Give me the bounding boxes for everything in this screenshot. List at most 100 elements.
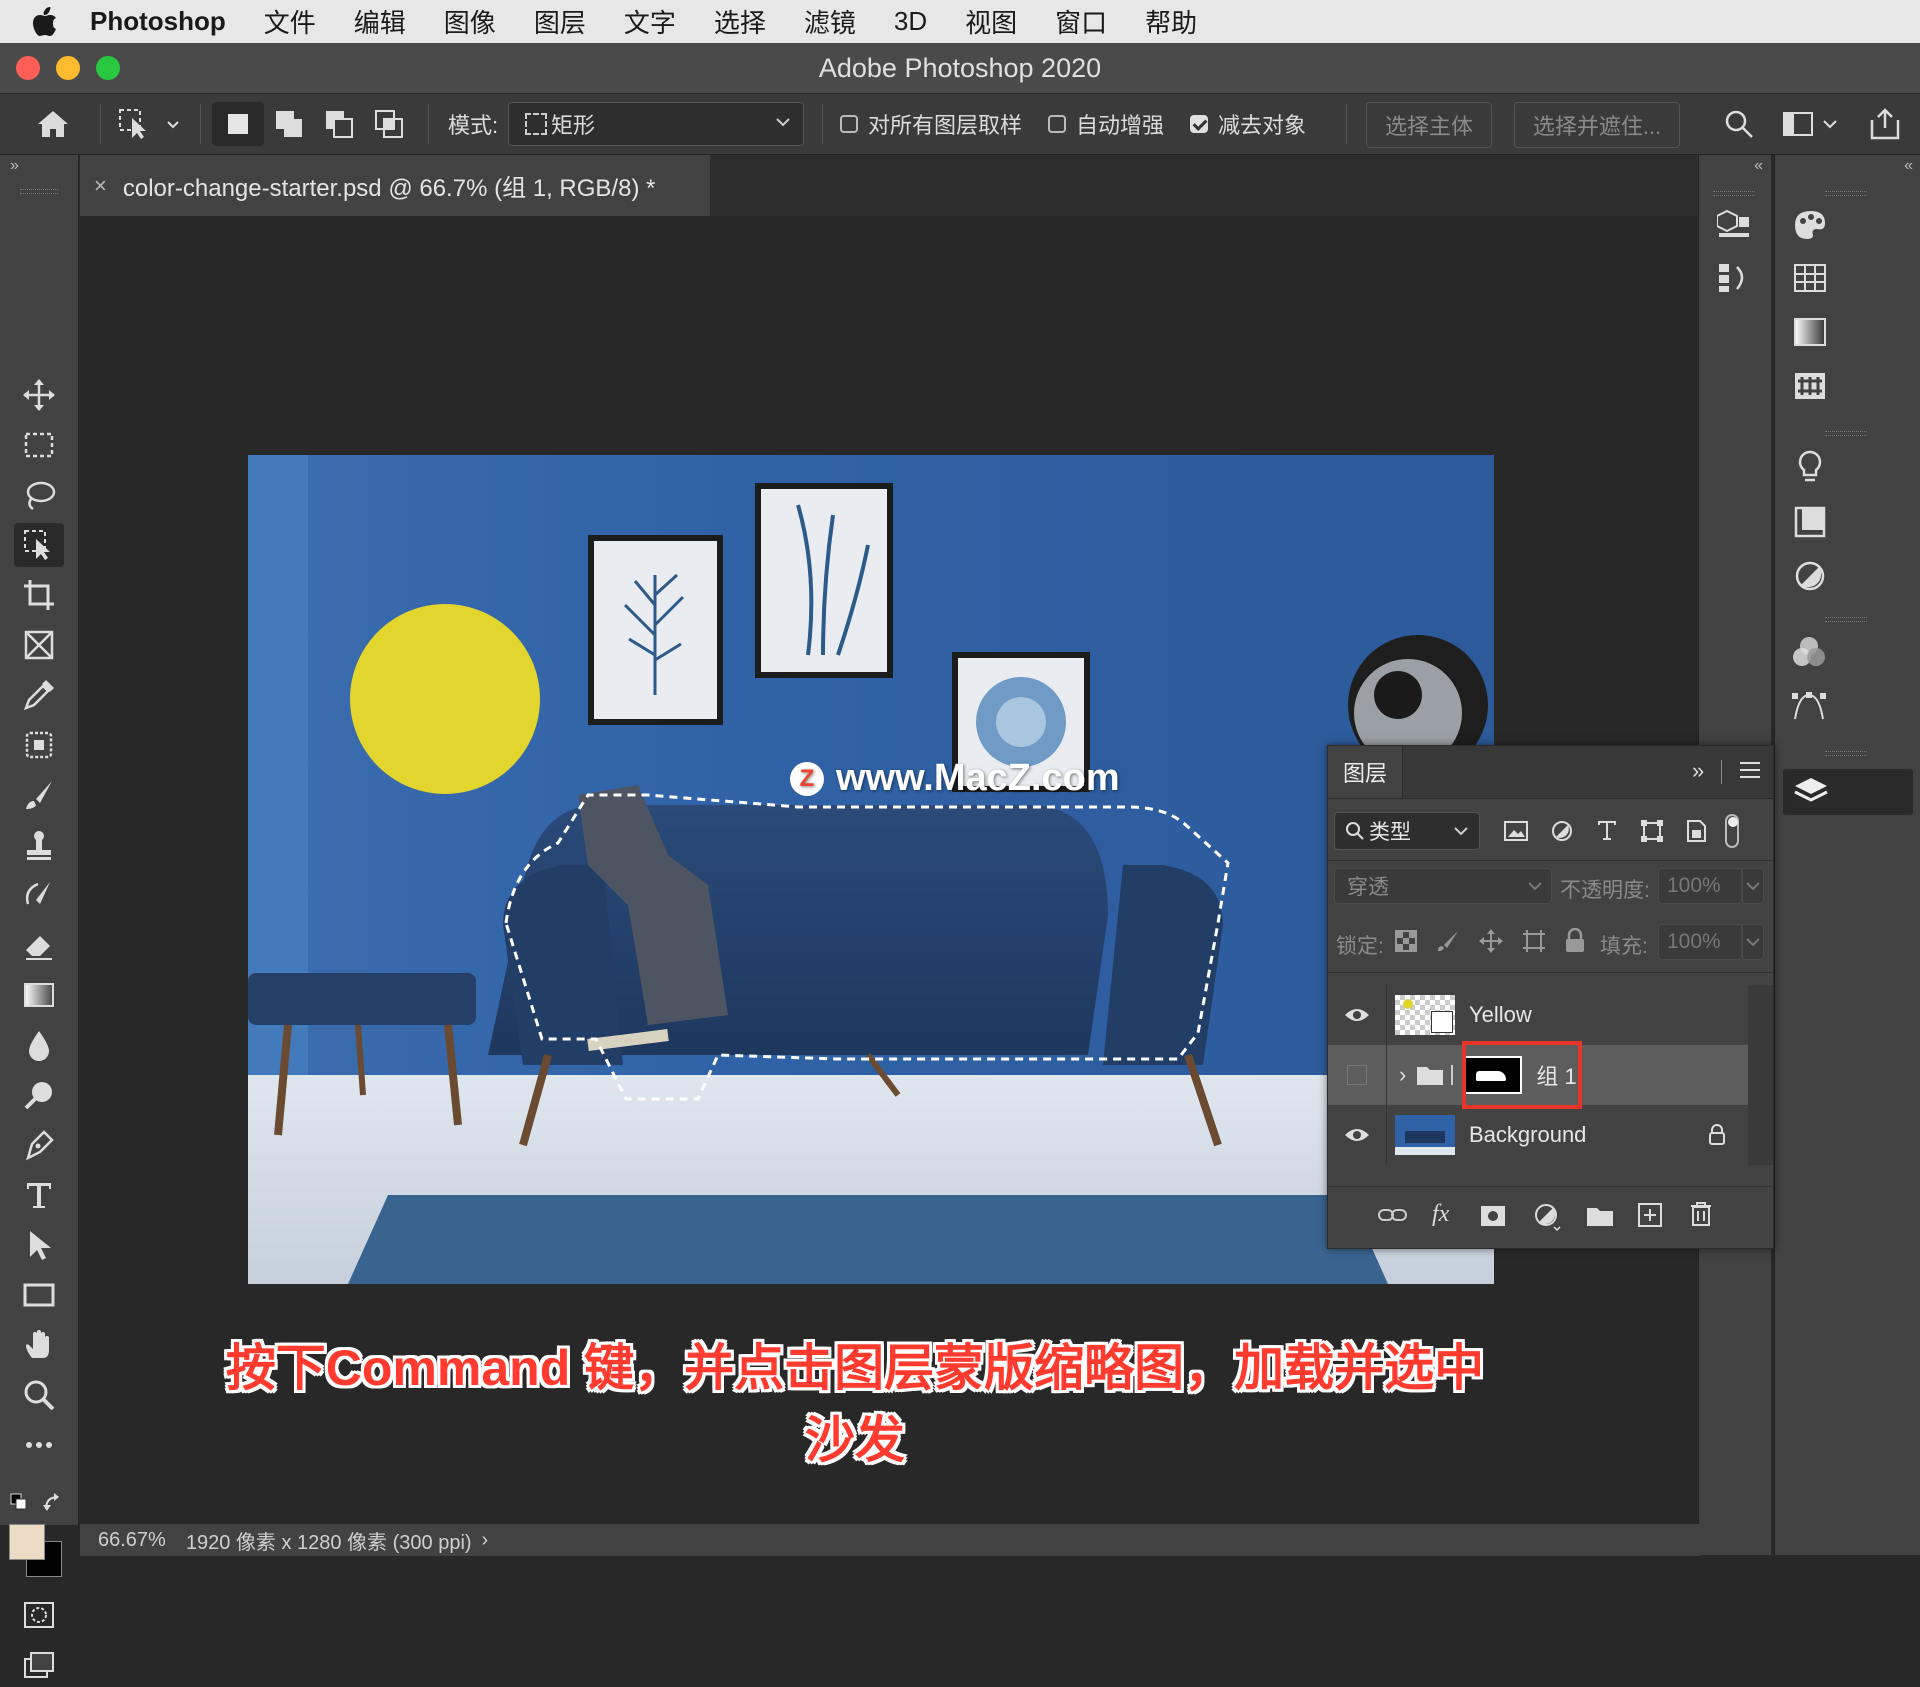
menu-file[interactable]: 文件 [264, 3, 316, 40]
auto-enhance-checkbox[interactable]: 自动增强 [1048, 94, 1164, 154]
lasso-tool-icon[interactable] [14, 473, 64, 517]
filter-adjustment-icon[interactable] [1550, 819, 1574, 843]
fill-slider-toggle[interactable] [1742, 924, 1764, 960]
fill-input[interactable]: 100% [1658, 924, 1742, 960]
default-colors-icon[interactable] [10, 1493, 32, 1515]
filter-smart-object-icon[interactable] [1684, 819, 1708, 843]
grip-icon[interactable] [1713, 191, 1755, 196]
grip-icon[interactable] [1825, 431, 1867, 436]
path-selection-tool-icon[interactable] [14, 1223, 64, 1267]
new-group-icon[interactable] [1586, 1205, 1614, 1227]
lock-image-icon[interactable] [1436, 929, 1460, 953]
hand-tool-icon[interactable] [14, 1323, 64, 1367]
gradients-panel-icon[interactable] [1793, 317, 1827, 347]
frame-tool-icon[interactable] [14, 623, 64, 667]
layer-thumbnail[interactable] [1395, 995, 1455, 1035]
screen-mode-icon[interactable] [14, 1643, 64, 1687]
foreground-color-swatch[interactable] [9, 1524, 45, 1560]
channels-panel-icon[interactable] [1791, 635, 1827, 669]
layer-row-yellow[interactable]: Yellow [1328, 985, 1748, 1045]
color-panel-icon[interactable] [1791, 207, 1827, 241]
clone-stamp-tool-icon[interactable] [14, 823, 64, 867]
zoom-tool-icon[interactable] [14, 1373, 64, 1417]
menu-layer[interactable]: 图层 [534, 3, 586, 40]
more-tools-icon[interactable] [14, 1423, 64, 1467]
delete-layer-icon[interactable] [1690, 1201, 1712, 1227]
select-subject-button[interactable]: 选择主体 [1366, 102, 1492, 148]
sample-all-layers-checkbox[interactable]: 对所有图层取样 [840, 94, 1022, 154]
expand-chevron-icon[interactable]: › [1399, 1062, 1406, 1088]
opacity-slider-toggle[interactable] [1742, 868, 1764, 904]
paths-panel-icon[interactable] [1791, 689, 1827, 723]
layer-row-background[interactable]: Background [1328, 1105, 1748, 1165]
filter-pixel-icon[interactable] [1504, 820, 1528, 842]
visibility-toggle-empty[interactable] [1328, 1065, 1386, 1085]
layer-thumbnail[interactable] [1395, 1115, 1455, 1155]
grip-icon[interactable] [1825, 751, 1867, 756]
menu-image[interactable]: 图像 [444, 3, 496, 40]
swap-colors-icon[interactable] [42, 1491, 64, 1513]
new-selection-icon[interactable] [212, 102, 264, 146]
collapse-icon[interactable]: » [10, 157, 19, 175]
menu-app-name[interactable]: Photoshop [90, 6, 226, 37]
pen-tool-icon[interactable] [14, 1123, 64, 1167]
subtract-object-checkbox[interactable]: 减去对象 [1190, 94, 1306, 154]
menu-3d[interactable]: 3D [894, 6, 927, 37]
adjustments-panel-icon[interactable] [1793, 559, 1827, 593]
lock-all-icon[interactable] [1564, 928, 1586, 954]
panel-menu-icon[interactable] [1738, 760, 1762, 780]
share-icon[interactable] [1868, 94, 1902, 154]
libraries-panel-icon[interactable] [1793, 505, 1827, 539]
menu-type[interactable]: 文字 [624, 3, 676, 40]
link-layers-icon[interactable] [1378, 1205, 1408, 1225]
menu-select[interactable]: 选择 [714, 3, 766, 40]
apple-icon[interactable] [0, 6, 90, 37]
collapse-icon[interactable]: « [1754, 157, 1763, 175]
filter-type-icon[interactable] [1596, 818, 1618, 842]
blur-tool-icon[interactable] [14, 1023, 64, 1067]
lock-transparent-icon[interactable] [1394, 929, 1418, 953]
lock-position-icon[interactable] [1478, 928, 1504, 954]
layer-filter-select[interactable]: 类型 [1334, 812, 1480, 850]
add-to-selection-icon[interactable] [274, 94, 304, 154]
mode-select[interactable]: 矩形 [508, 102, 804, 146]
move-tool-icon[interactable] [14, 373, 64, 417]
brush-tool-icon[interactable] [14, 773, 64, 817]
status-menu-arrow[interactable]: › [482, 1529, 489, 1552]
subtract-from-selection-icon[interactable] [324, 94, 354, 154]
eye-icon[interactable] [1328, 1126, 1386, 1144]
filter-toggle-switch[interactable] [1725, 814, 1739, 848]
document-tab[interactable]: × color-change-starter.psd @ 66.7% (组 1,… [80, 155, 710, 216]
grip-icon[interactable] [1825, 191, 1867, 196]
close-tab-icon[interactable]: × [94, 173, 107, 199]
quick-mask-icon[interactable] [14, 1593, 64, 1637]
healing-brush-tool-icon[interactable] [14, 723, 64, 767]
crop-tool-icon[interactable] [14, 573, 64, 617]
search-icon[interactable] [1724, 94, 1754, 154]
fx-icon[interactable]: fx [1432, 1201, 1449, 1228]
zoom-level[interactable]: 66.67% [98, 1529, 166, 1552]
workspace-icon[interactable] [1782, 94, 1842, 154]
blend-mode-select[interactable]: 穿透 [1334, 868, 1552, 904]
dodge-tool-icon[interactable] [14, 1073, 64, 1117]
new-layer-icon[interactable] [1638, 1203, 1662, 1227]
3d-panel-icon[interactable] [1717, 207, 1751, 241]
layers-panel-tab-icon[interactable] [1783, 769, 1913, 815]
history-panel-icon[interactable] [1717, 261, 1751, 295]
menu-edit[interactable]: 编辑 [354, 3, 406, 40]
menu-filter[interactable]: 滤镜 [804, 3, 856, 40]
grip-icon[interactable] [20, 189, 58, 194]
swatches-panel-icon[interactable] [1793, 263, 1827, 293]
filter-shape-icon[interactable] [1640, 819, 1664, 843]
history-brush-tool-icon[interactable] [14, 873, 64, 917]
document-image[interactable] [248, 455, 1494, 1284]
marquee-tool-icon[interactable] [14, 423, 64, 467]
new-adjustment-layer-icon[interactable] [1534, 1203, 1562, 1231]
menu-help[interactable]: 帮助 [1145, 3, 1197, 40]
add-mask-icon[interactable] [1480, 1205, 1506, 1227]
layers-scrollbar[interactable] [1748, 985, 1773, 1165]
object-selection-tool-preset-icon[interactable] [118, 94, 180, 154]
eye-icon[interactable] [1328, 1006, 1386, 1024]
rectangle-tool-icon[interactable] [14, 1273, 64, 1317]
lock-artboard-icon[interactable] [1522, 929, 1546, 953]
